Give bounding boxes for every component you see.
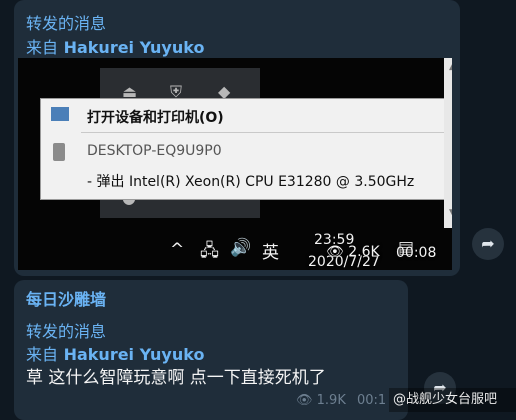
menu-separator	[81, 132, 451, 133]
forwarded-label: 转发的消息	[26, 14, 107, 33]
speaker-icon[interactable]: 🔊	[230, 238, 251, 258]
scroll-down-icon[interactable]: ▼	[449, 208, 452, 218]
ime-indicator[interactable]: 英	[262, 238, 279, 263]
channel-name[interactable]: 每日沙雕墙	[26, 286, 106, 310]
forwarded-label: 转发的消息	[26, 322, 107, 341]
tray-chevron-icon[interactable]: ^	[170, 240, 184, 260]
watermark: @战舰少女台服吧	[389, 388, 516, 412]
from-name: Hakurei Yuyuko	[63, 38, 205, 57]
views-label: 1.9K	[316, 393, 346, 408]
share-arrow-icon[interactable]: ➦	[472, 228, 504, 260]
eye-icon: 👁	[326, 244, 344, 260]
menu-item-eject-cpu[interactable]: - 弹出 Intel(R) Xeon(R) CPU E31280 @ 3.50G…	[87, 171, 414, 191]
menu-item-device-name: DESKTOP-EQ9U9P0	[87, 143, 222, 159]
forwarded-from[interactable]: 来自 Hakurei Yuyuko	[26, 341, 204, 365]
context-menu: 打开设备和打印机(O) DESKTOP-EQ9U9P0 - 弹出 Intel(R…	[40, 98, 452, 200]
from-prefix: 来自	[26, 345, 59, 364]
video-duration: 00:08	[396, 245, 437, 261]
scrollbar[interactable]: ▲ ▼	[444, 58, 452, 228]
network-icon[interactable]: 🖧	[200, 238, 219, 267]
from-prefix: 来自	[26, 38, 59, 57]
video-player[interactable]: ⏏ ⛨ ◆ ● 打开设备和打印机(O) DESKTOP-EQ9U9P0 - 弹出…	[18, 58, 452, 270]
windows-taskbar: ^ 🖧 🔊 英 23:59 ▤	[18, 228, 452, 270]
devices-printers-icon	[51, 107, 69, 121]
message-text: 草 这什么智障玩意啊 点一下直接死机了	[26, 368, 326, 388]
forwarded-from[interactable]: 来自 Hakurei Yuyuko	[26, 34, 204, 58]
video-view-count: 👁 2.6K	[326, 244, 380, 260]
scroll-up-icon[interactable]: ▲	[449, 62, 452, 72]
eye-icon: 👁	[296, 393, 313, 408]
message-view-count: 👁 1.9K	[296, 393, 346, 408]
computer-icon	[53, 143, 65, 161]
message-time: 00:1	[357, 393, 387, 408]
from-name: Hakurei Yuyuko	[63, 345, 205, 364]
views-label: 2.6K	[348, 244, 380, 260]
menu-item-devices-printers[interactable]: 打开设备和打印机(O)	[87, 107, 224, 127]
